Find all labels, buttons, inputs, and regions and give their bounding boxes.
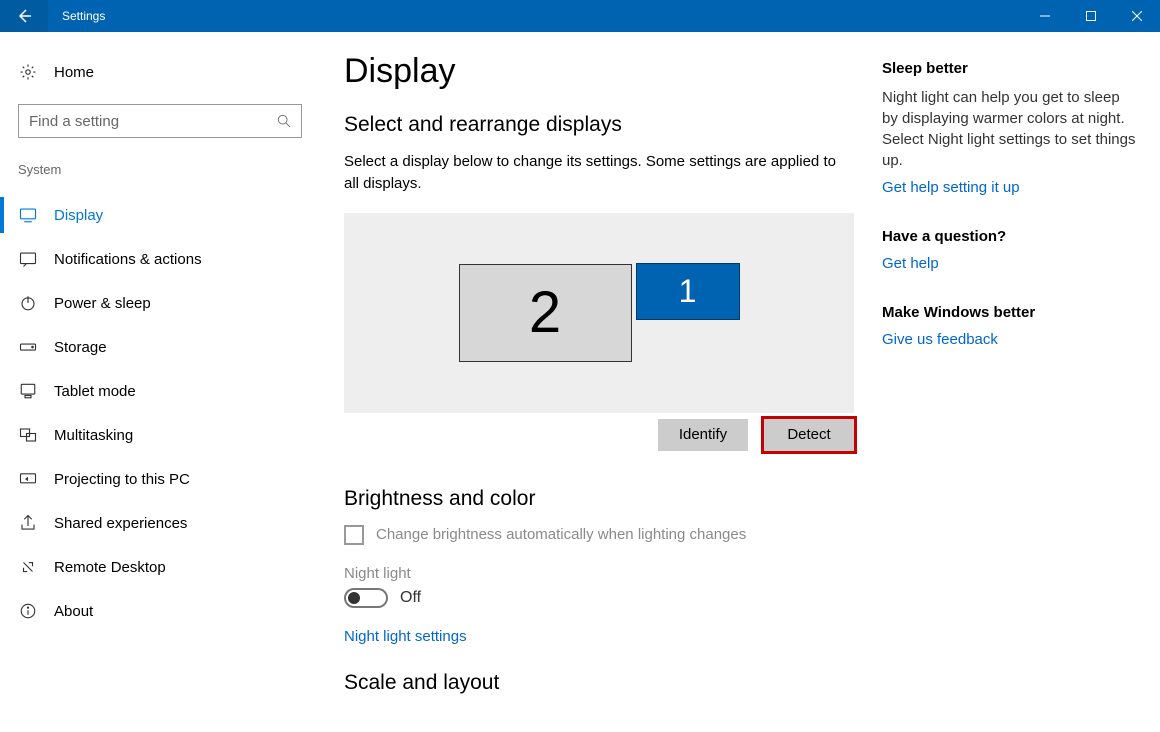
search-placeholder: Find a setting <box>29 113 119 130</box>
drive-icon <box>18 337 38 357</box>
sidebar-item-multitasking[interactable]: Multitasking <box>0 413 320 457</box>
sidebar-item-power[interactable]: Power & sleep <box>0 281 320 325</box>
arrow-left-icon <box>16 8 32 24</box>
gear-icon <box>18 62 38 82</box>
titlebar: Settings <box>0 0 1160 32</box>
sidebar-item-display[interactable]: Display <box>0 193 320 237</box>
sidebar-item-label: About <box>54 603 93 620</box>
scale-heading: Scale and layout <box>344 671 854 695</box>
back-button[interactable] <box>0 0 48 32</box>
content: Display Select and rearrange displays Se… <box>344 52 854 732</box>
detect-button[interactable]: Detect <box>764 419 854 451</box>
info-panel: Sleep better Night light can help you ge… <box>882 52 1137 732</box>
window-controls <box>1022 0 1160 32</box>
search-icon <box>277 114 291 128</box>
window-title: Settings <box>48 9 1022 23</box>
remote-icon <box>18 557 38 577</box>
display-buttons: Identify Detect <box>344 419 854 451</box>
sidebar-item-label: Power & sleep <box>54 295 151 312</box>
sidebar-item-storage[interactable]: Storage <box>0 325 320 369</box>
feedback-link[interactable]: Give us feedback <box>882 331 1137 348</box>
sidebar-item-notifications[interactable]: Notifications & actions <box>0 237 320 281</box>
sleep-better-link[interactable]: Get help setting it up <box>882 179 1137 196</box>
night-light-toggle[interactable] <box>344 588 388 608</box>
night-light-label: Night light <box>344 565 854 582</box>
tablet-icon <box>18 381 38 401</box>
night-light-row: Off <box>344 588 854 608</box>
sidebar-item-tablet-mode[interactable]: Tablet mode <box>0 369 320 413</box>
get-help-link[interactable]: Get help <box>882 255 1137 272</box>
question-heading: Have a question? <box>882 228 1137 245</box>
sidebar-item-projecting[interactable]: Projecting to this PC <box>0 457 320 501</box>
info-icon <box>18 601 38 621</box>
display-arrangement[interactable]: 2 1 <box>344 213 854 413</box>
close-button[interactable] <box>1114 0 1160 32</box>
sleep-better-heading: Sleep better <box>882 60 1137 77</box>
auto-brightness-label: Change brightness automatically when lig… <box>376 526 746 543</box>
monitor-2[interactable]: 2 <box>459 264 632 362</box>
home-label: Home <box>54 64 94 81</box>
sidebar-item-label: Tablet mode <box>54 383 136 400</box>
identify-button[interactable]: Identify <box>658 419 748 451</box>
sidebar-item-label: Notifications & actions <box>54 251 202 268</box>
search-input[interactable]: Find a setting <box>18 104 302 138</box>
section-label: System <box>0 162 320 177</box>
feedback-heading: Make Windows better <box>882 304 1137 321</box>
multitask-icon <box>18 425 38 445</box>
monitor-1[interactable]: 1 <box>636 263 740 320</box>
sidebar-item-label: Display <box>54 207 103 224</box>
sleep-better-text: Night light can help you get to sleep by… <box>882 87 1137 171</box>
monitor-icon <box>18 205 38 225</box>
auto-brightness-row: Change brightness automatically when lig… <box>344 525 854 545</box>
sidebar-item-label: Storage <box>54 339 107 356</box>
minimize-button[interactable] <box>1022 0 1068 32</box>
sidebar-item-shared[interactable]: Shared experiences <box>0 501 320 545</box>
page-title: Display <box>344 52 854 91</box>
project-icon <box>18 469 38 489</box>
close-icon <box>1132 11 1142 21</box>
sidebar-item-label: Remote Desktop <box>54 559 166 576</box>
maximize-button[interactable] <box>1068 0 1114 32</box>
sidebar-item-about[interactable]: About <box>0 589 320 633</box>
auto-brightness-checkbox[interactable] <box>344 525 364 545</box>
sidebar-item-label: Projecting to this PC <box>54 471 190 488</box>
sidebar: Home Find a setting System Display Notif… <box>0 32 320 732</box>
brightness-heading: Brightness and color <box>344 487 854 511</box>
night-light-state: Off <box>400 589 421 607</box>
night-light-settings-link[interactable]: Night light settings <box>344 628 854 645</box>
sidebar-item-label: Shared experiences <box>54 515 187 532</box>
maximize-icon <box>1086 11 1096 21</box>
main: Display Select and rearrange displays Se… <box>320 32 1160 732</box>
home-button[interactable]: Home <box>0 52 320 92</box>
power-icon <box>18 293 38 313</box>
rearrange-heading: Select and rearrange displays <box>344 113 854 137</box>
message-icon <box>18 249 38 269</box>
minimize-icon <box>1040 11 1050 21</box>
sidebar-item-label: Multitasking <box>54 427 133 444</box>
sidebar-item-remote-desktop[interactable]: Remote Desktop <box>0 545 320 589</box>
rearrange-desc: Select a display below to change its set… <box>344 151 854 195</box>
share-icon <box>18 513 38 533</box>
